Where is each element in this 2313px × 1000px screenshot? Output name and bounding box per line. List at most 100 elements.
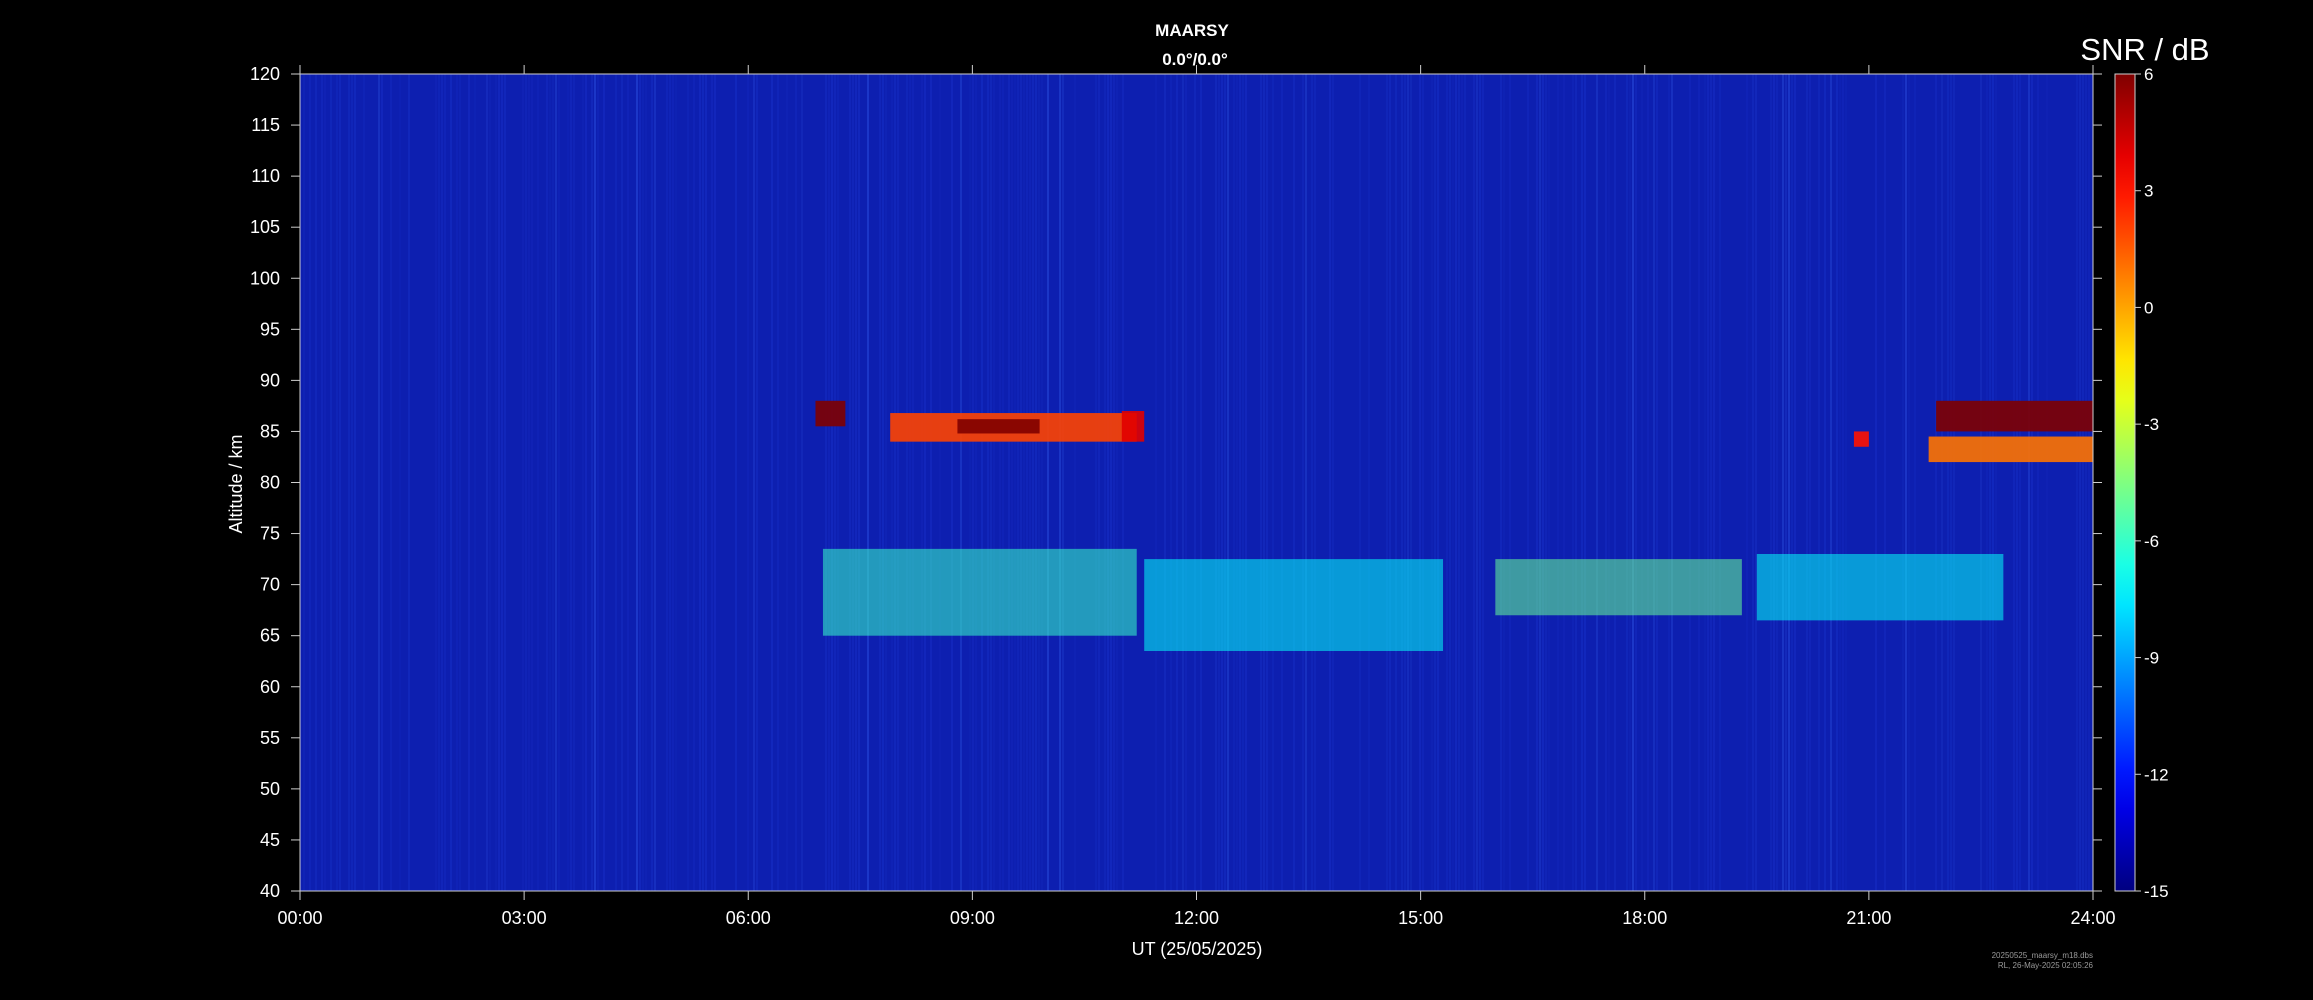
noise-streak [315, 74, 317, 891]
noise-streak [1095, 74, 1097, 891]
noise-streak [1107, 74, 1109, 891]
x-tick-label: 18:00 [1622, 908, 1667, 928]
noise-streak [1233, 74, 1235, 891]
noise-streak [627, 74, 629, 891]
noise-streak [303, 74, 305, 891]
colorbar-tick-label: -12 [2144, 765, 2169, 784]
noise-streak [777, 74, 779, 891]
noise-streak [1401, 74, 1403, 891]
noise-streak [1431, 74, 1433, 891]
colorbar-tick-label: -15 [2144, 882, 2169, 901]
noise-streak [522, 74, 524, 891]
noise-streak [1500, 74, 1502, 891]
noise-streak [897, 74, 899, 891]
noise-streak [1830, 74, 1832, 891]
noise-streak [1584, 74, 1586, 891]
y-tick-label: 70 [260, 575, 280, 595]
noise-streak [1809, 74, 1811, 891]
noise-streak [2016, 74, 2018, 891]
noise-streak [837, 74, 839, 891]
noise-streak [672, 74, 674, 891]
noise-streak [324, 74, 326, 891]
noise-streak [1302, 74, 1304, 891]
noise-streak [1266, 74, 1268, 891]
noise-streak [501, 74, 503, 891]
noise-streak [990, 74, 992, 891]
noise-streak [591, 74, 593, 891]
echo-region-9 [1144, 559, 1444, 652]
noise-streak [2037, 74, 2039, 891]
noise-streak [981, 74, 983, 891]
noise-streak [858, 74, 860, 891]
noise-streak [1452, 74, 1454, 891]
noise-streak [498, 74, 500, 891]
noise-streak [1536, 74, 1538, 891]
noise-streak [912, 74, 914, 891]
noise-streak [1884, 74, 1886, 891]
noise-streak [1410, 74, 1412, 891]
noise-streak [1527, 74, 1529, 891]
noise-streak [438, 74, 440, 891]
y-tick-label: 75 [260, 524, 280, 544]
noise-streak [1539, 74, 1541, 891]
echo-region-8 [822, 548, 1137, 636]
noise-streak [1632, 74, 1634, 891]
noise-streak [1947, 74, 1949, 891]
noise-streak [603, 74, 605, 891]
echo-region-7 [1928, 436, 2093, 463]
noise-streak [354, 74, 356, 891]
noise-streak [999, 74, 1001, 891]
noise-streak [753, 74, 755, 891]
noise-streak [1017, 74, 1019, 891]
noise-streak [1902, 74, 1904, 891]
noise-streak [1098, 74, 1100, 891]
noise-streak [1614, 74, 1616, 891]
noise-streak [1713, 74, 1715, 891]
noise-streak [2082, 74, 2084, 891]
noise-streak [1698, 74, 1700, 891]
noise-streak [639, 74, 641, 891]
noise-streak [2085, 74, 2087, 891]
x-tick-label: 21:00 [1846, 908, 1891, 928]
noise-streak [1155, 74, 1157, 891]
noise-streak [1359, 74, 1361, 891]
noise-streak [1707, 74, 1709, 891]
x-tick-label: 24:00 [2070, 908, 2115, 928]
noise-streak [1647, 74, 1649, 891]
noise-streak [1224, 74, 1226, 891]
noise-streak [1836, 74, 1838, 891]
noise-streak [972, 74, 974, 891]
noise-streak [1200, 74, 1202, 891]
noise-streak [1545, 74, 1547, 891]
noise-streak [1038, 74, 1040, 891]
noise-streak [1236, 74, 1238, 891]
noise-streak [687, 74, 689, 891]
noise-streak [1935, 74, 1937, 891]
noise-streak [348, 74, 350, 891]
noise-streak [1818, 74, 1820, 891]
noise-streak [987, 74, 989, 891]
noise-streak [1788, 74, 1790, 891]
noise-streak [546, 74, 548, 891]
noise-streak [699, 74, 701, 891]
noise-streak [1329, 74, 1331, 891]
noise-streak [654, 74, 656, 891]
echo-region-11 [1756, 553, 2004, 621]
noise-streak [1449, 74, 1451, 891]
y-tick-label: 40 [260, 881, 280, 901]
noise-streak [1608, 74, 1610, 891]
noise-streak [1260, 74, 1262, 891]
noise-streak [1239, 74, 1241, 891]
y-tick-label: 60 [260, 677, 280, 697]
noise-streak [1542, 74, 1544, 891]
noise-streak [1122, 74, 1124, 891]
noise-streak [828, 74, 830, 891]
noise-streak [834, 74, 836, 891]
noise-streak [1221, 74, 1223, 891]
noise-streak [528, 74, 530, 891]
noise-streak [1719, 74, 1721, 891]
colorbar-tick-label: 6 [2144, 65, 2153, 84]
noise-streak [1059, 74, 1061, 891]
noise-streak [1773, 74, 1775, 891]
noise-streak [1164, 74, 1166, 891]
